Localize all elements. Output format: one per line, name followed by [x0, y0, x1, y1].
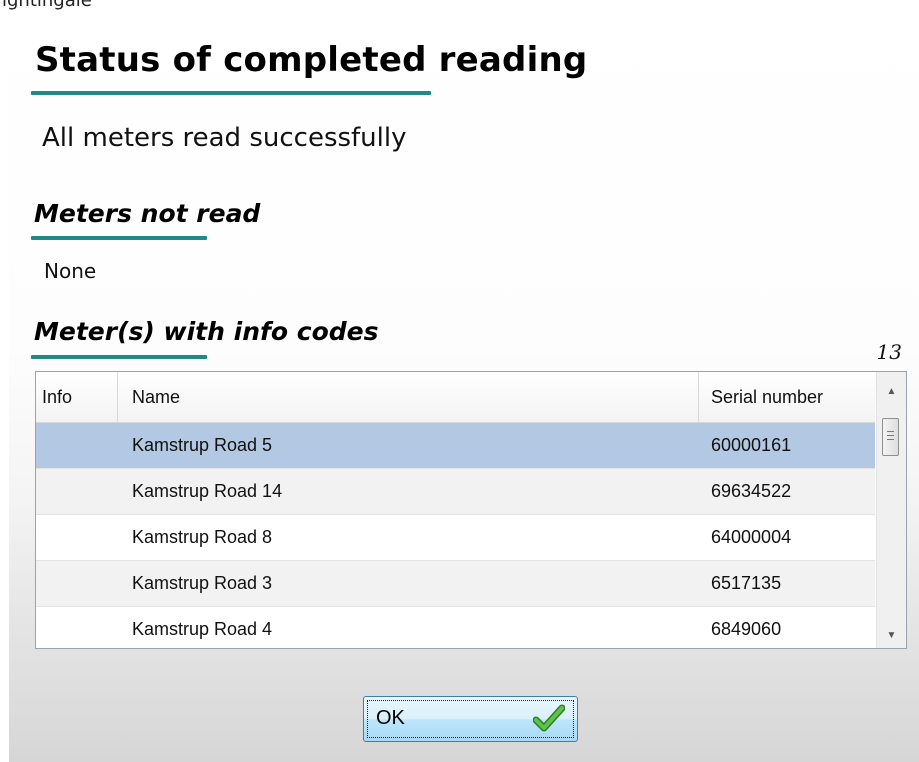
info-codes-underline — [31, 355, 207, 359]
ok-button-label: OK — [376, 707, 405, 729]
table-row[interactable]: Kamstrup Road 3 6517135 — [36, 561, 875, 607]
scrollbar-thumb[interactable] — [882, 418, 899, 456]
column-header-serial-number[interactable]: Serial number — [699, 372, 875, 422]
status-message: All meters read successfully — [42, 123, 407, 153]
table-vertical-scrollbar[interactable]: ▲ ▼ — [876, 372, 906, 648]
table-body: Kamstrup Road 5 60000161 Kamstrup Road 1… — [36, 423, 875, 648]
row-name-cell: Kamstrup Road 14 — [132, 481, 283, 501]
row-serial-cell: 6849060 — [711, 619, 782, 639]
row-name-cell: Kamstrup Road 8 — [132, 527, 273, 547]
scroll-down-arrow-icon[interactable]: ▼ — [877, 622, 906, 648]
meters-not-read-heading: Meters not read — [34, 199, 261, 228]
thumb-grip-line — [887, 431, 894, 432]
row-name-cell: Kamstrup Road 4 — [132, 619, 273, 639]
column-header-name[interactable]: Name — [118, 372, 699, 422]
row-info-cell — [36, 607, 118, 648]
row-info-cell — [36, 469, 118, 514]
thumb-grip-line — [887, 435, 894, 436]
title-underline — [31, 91, 431, 95]
row-info-cell — [36, 515, 118, 560]
thumb-grip-line — [887, 439, 894, 440]
row-serial-cell: 60000161 — [711, 435, 792, 455]
ok-button[interactable]: OK — [363, 696, 578, 742]
info-codes-heading: Meter(s) with info codes — [34, 317, 379, 346]
column-header-info[interactable]: Info — [36, 372, 118, 422]
dialog-title: Status of completed reading — [35, 40, 588, 80]
row-serial-cell: 6517135 — [711, 573, 782, 593]
table-row[interactable]: Kamstrup Road 4 6849060 — [36, 607, 875, 648]
meters-not-read-underline — [31, 236, 207, 240]
checkmark-icon — [533, 704, 565, 732]
table-row[interactable]: Kamstrup Road 14 69634522 — [36, 469, 875, 515]
reading-status-dialog: Status of completed reading All meters r… — [9, 10, 919, 762]
meters-not-read-value: None — [44, 259, 97, 283]
row-name-cell: Kamstrup Road 5 — [132, 435, 273, 455]
table-row[interactable]: Kamstrup Road 8 64000004 — [36, 515, 875, 561]
scroll-up-arrow-icon[interactable]: ▲ — [877, 378, 906, 404]
row-serial-cell: 64000004 — [711, 527, 792, 547]
row-info-cell — [36, 423, 118, 468]
row-serial-cell: 69634522 — [711, 481, 792, 501]
info-codes-count: 13 — [876, 340, 902, 364]
table-row[interactable]: Kamstrup Road 5 60000161 — [36, 423, 875, 469]
row-info-cell — [36, 561, 118, 606]
info-codes-table[interactable]: Info Name Serial number Kamstrup Road 5 … — [35, 371, 907, 649]
row-name-cell: Kamstrup Road 3 — [132, 573, 273, 593]
table-header: Info Name Serial number — [36, 372, 875, 423]
